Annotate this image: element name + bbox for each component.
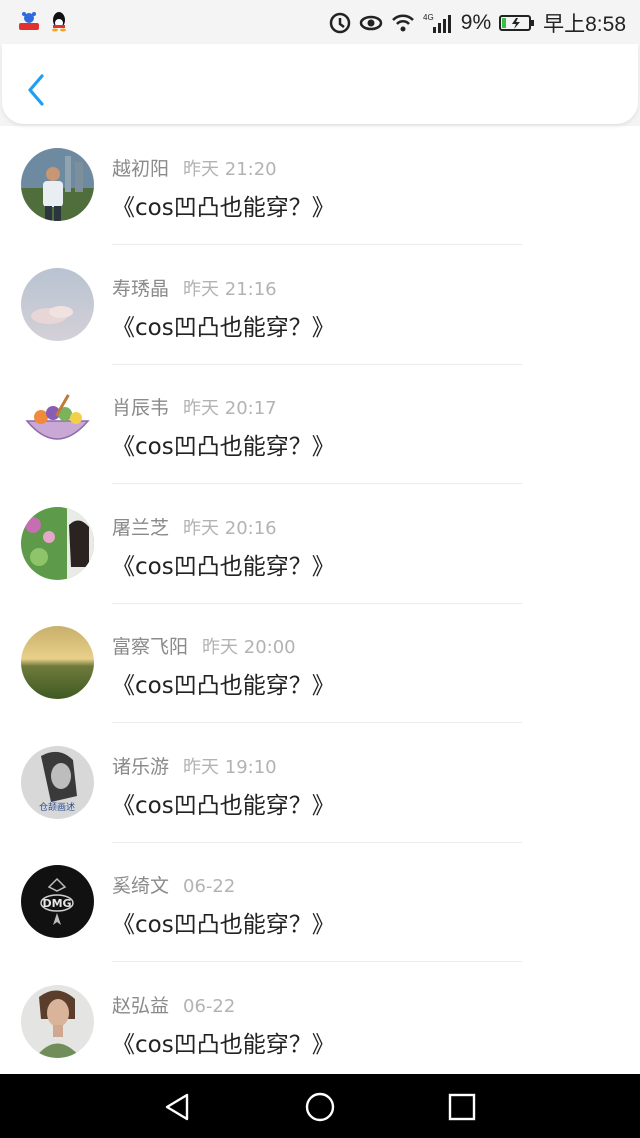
- message-text: 《cos凹凸也能穿？》: [112, 553, 335, 580]
- list-item[interactable]: 寿琇晶 昨天 21:16 《cos凹凸也能穿？》: [0, 246, 640, 366]
- message-text: 《cos凹凸也能穿？》: [112, 434, 335, 460]
- list-item[interactable]: 越初阳 昨天 21:20 《cos凹凸也能穿？》: [0, 126, 640, 246]
- sender-name: 奚绮文: [112, 875, 170, 897]
- avatar[interactable]: [21, 506, 94, 580]
- nav-recents-button[interactable]: [445, 1090, 479, 1124]
- avatar[interactable]: 仓颉画述: [21, 745, 94, 819]
- sender-name: 诸乐游: [112, 755, 170, 778]
- svg-text:仓颉画述: 仓颉画述: [39, 801, 75, 813]
- navigation-bar: [0, 1074, 640, 1138]
- avatar[interactable]: [21, 148, 94, 221]
- sender-name: 肖辰韦: [112, 397, 170, 419]
- sender-name: 越初阳: [112, 158, 170, 180]
- message-text: 《cos凹凸也能穿？》: [112, 912, 335, 938]
- sender-name: 富察飞阳: [112, 636, 189, 658]
- data-saver-icon: [329, 12, 351, 34]
- timestamp: 06-22: [183, 995, 236, 1017]
- message-text: 《cos凹凸也能穿？》: [112, 195, 335, 221]
- message-text: 《cos凹凸也能穿？》: [112, 1031, 335, 1058]
- avatar[interactable]: [21, 984, 94, 1058]
- battery-percent: 9%: [460, 11, 492, 34]
- sender-name: 屠兰芝: [112, 516, 170, 539]
- list-item[interactable]: 肖辰韦 昨天 20:17 《cos凹凸也能穿？》: [0, 365, 640, 485]
- nav-back-button[interactable]: [160, 1090, 194, 1124]
- timestamp: 昨天 20:00: [202, 637, 296, 658]
- timestamp: 昨天 21:16: [183, 278, 277, 300]
- back-triangle-icon: [165, 1093, 189, 1121]
- avatar[interactable]: [21, 387, 94, 460]
- header: [0, 44, 640, 126]
- timestamp: 昨天 21:20: [183, 159, 277, 180]
- chevron-left-icon: [28, 74, 44, 106]
- status-bar: 4G 9% 早上8:58: [0, 0, 640, 44]
- recents-square-icon: [448, 1093, 476, 1121]
- battery-charging-icon: [499, 14, 535, 32]
- sender-name: 寿琇晶: [112, 277, 170, 300]
- avatar[interactable]: DMG: [21, 865, 94, 938]
- qq-icon: [50, 10, 68, 32]
- svg-text:DMG: DMG: [42, 897, 71, 910]
- eye-icon: [359, 14, 383, 32]
- list-item[interactable]: 屠兰芝 昨天 20:16 《cos凹凸也能穿？》: [0, 485, 640, 605]
- signal-icon: 4G: [423, 12, 453, 34]
- svg-text:4G: 4G: [423, 13, 434, 22]
- timestamp: 昨天 19:10: [183, 756, 277, 778]
- list-item[interactable]: 仓颉画述 诸乐游 昨天 19:10 《cos凹凸也能穿？》: [0, 724, 640, 844]
- message-text: 《cos凹凸也能穿？》: [112, 314, 335, 341]
- avatar[interactable]: [21, 267, 94, 341]
- clock: 早上8:58: [543, 13, 626, 36]
- list-item[interactable]: DMG 奚绮文 06-22 《cos凹凸也能穿？》: [0, 843, 640, 963]
- baidu-app-icon: [18, 11, 40, 31]
- wifi-icon: [391, 13, 415, 33]
- list-item[interactable]: 赵弘益 06-22 《cos凹凸也能穿？》: [0, 963, 640, 1083]
- nav-home-button[interactable]: [303, 1090, 337, 1124]
- message-list: 越初阳 昨天 21:20 《cos凹凸也能穿？》 寿琇晶 昨天 21:16 《cos…: [0, 126, 640, 1082]
- message-text: 《cos凹凸也能穿？》: [112, 673, 335, 699]
- timestamp: 昨天 20:16: [183, 517, 277, 539]
- timestamp: 06-22: [183, 876, 236, 897]
- home-circle-icon: [305, 1092, 335, 1122]
- sender-name: 赵弘益: [112, 994, 170, 1017]
- timestamp: 昨天 20:17: [183, 398, 277, 419]
- header-card: [2, 44, 638, 124]
- avatar[interactable]: [21, 626, 94, 699]
- list-item[interactable]: 富察飞阳 昨天 20:00 《cos凹凸也能穿？》: [0, 604, 640, 724]
- message-text: 《cos凹凸也能穿？》: [112, 792, 335, 819]
- back-button[interactable]: [20, 70, 52, 110]
